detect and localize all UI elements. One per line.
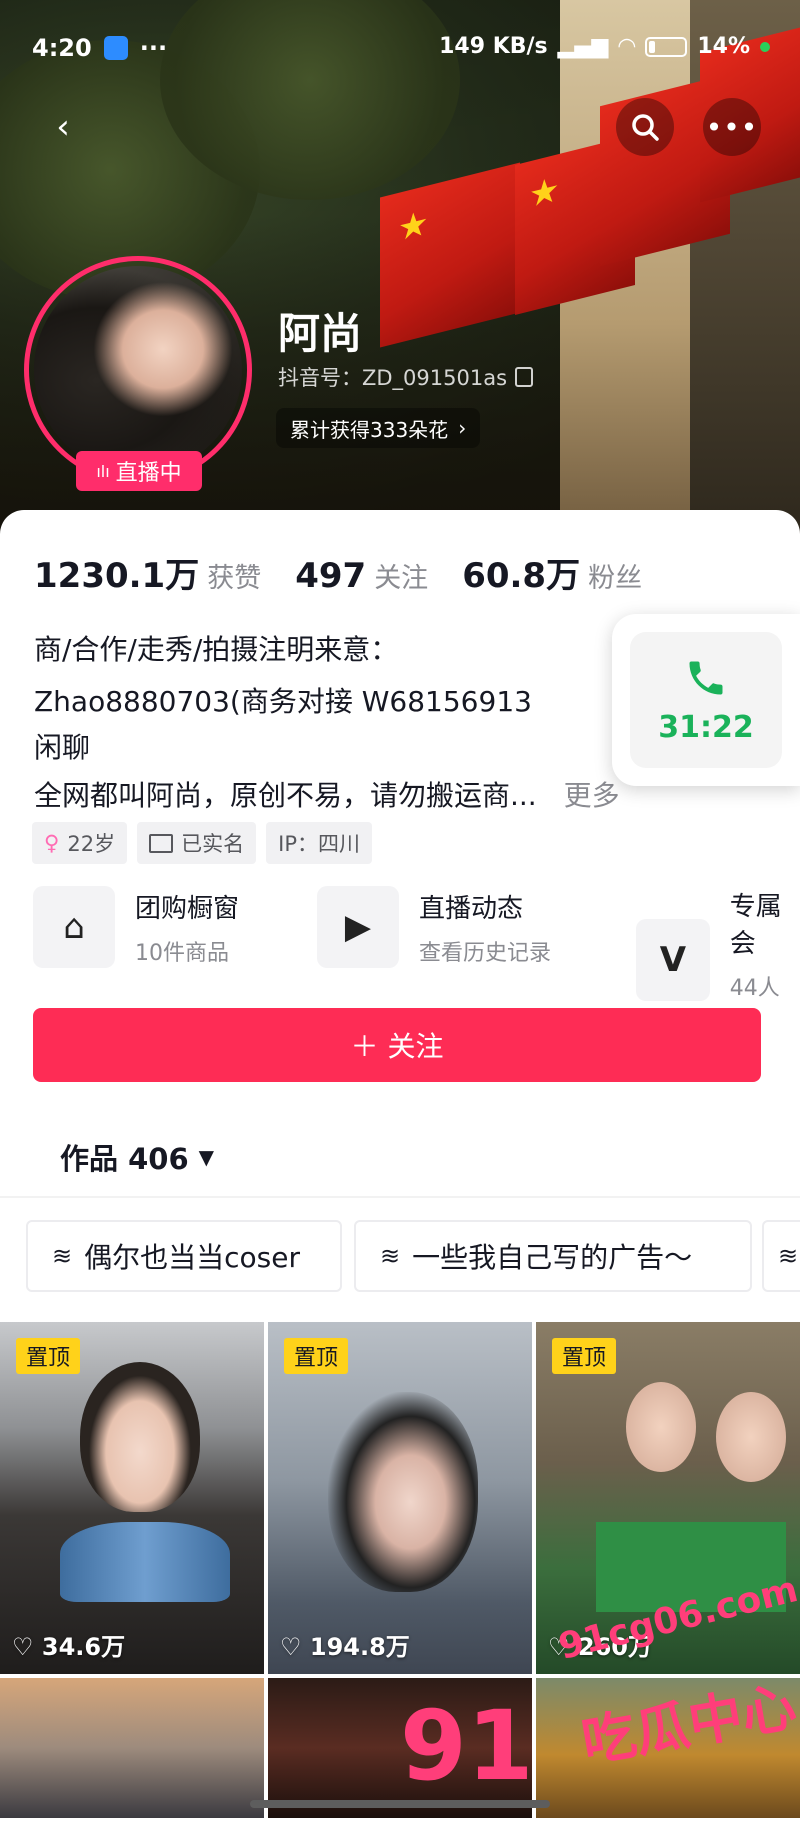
- call-widget[interactable]: 31:22: [630, 632, 782, 768]
- flowers-button[interactable]: 累计获得333朵花 ›: [276, 408, 481, 448]
- collection-chip[interactable]: ≋: [762, 1220, 800, 1292]
- battery-icon: [645, 36, 688, 57]
- id-card-icon: [149, 833, 174, 853]
- clock: 4:20: [32, 34, 92, 62]
- more-options-button[interactable]: •••: [703, 98, 761, 156]
- back-button[interactable]: ‹: [34, 98, 92, 156]
- bio-more-link[interactable]: 更多: [564, 779, 620, 812]
- tag-age: ♀ 22岁: [32, 822, 128, 864]
- stats-row: 1230.1万 获赞 497 关注 60.8万 粉丝: [34, 548, 676, 597]
- wifi-icon: ◠: [618, 34, 636, 59]
- avatar: [34, 266, 242, 474]
- signal-icon: ▂▄▆: [557, 34, 609, 59]
- pinned-badge: 置顶: [284, 1338, 349, 1374]
- service-live-history[interactable]: ▶ 直播动态 查看历史记录: [317, 886, 551, 968]
- flag: ★: [380, 162, 520, 348]
- likes-count: 194.8万: [309, 1633, 410, 1661]
- search-button[interactable]: [616, 98, 674, 156]
- divider: [0, 1196, 800, 1198]
- status-bar-left: 4:20 ···: [32, 34, 167, 62]
- tv-icon: ▶: [317, 886, 399, 968]
- likes-count: 34.6万: [41, 1633, 126, 1661]
- bio-text: 全网都叫阿尚，原创不易，请勿搬运商...: [34, 779, 537, 812]
- douyin-id[interactable]: 抖音号：ZD_091501as: [278, 362, 534, 392]
- heart-icon: ♡: [12, 1633, 34, 1661]
- thumbnail-figure: [626, 1382, 696, 1472]
- service-shop[interactable]: ⌂ 团购橱窗 10件商品: [33, 886, 239, 968]
- v-icon: V: [636, 919, 710, 1001]
- heart-icon: ♡: [280, 1633, 302, 1661]
- app-notification-icon: [103, 36, 128, 60]
- charging-dot-icon: [760, 41, 770, 52]
- tag-ip: IP：四川: [266, 822, 372, 864]
- home-indicator[interactable]: [250, 1800, 550, 1808]
- live-badge[interactable]: ılı 直播中: [76, 451, 202, 491]
- live-bars-icon: ılı: [96, 461, 110, 481]
- copy-icon: [515, 367, 534, 387]
- tag-age-text: 22岁: [67, 832, 116, 856]
- collection-label: 偶尔也当当coser: [84, 1241, 300, 1274]
- status-bar-right: 149 KB/s ▂▄▆ ◠ 14%: [439, 34, 770, 59]
- following-label[interactable]: 关注: [374, 556, 428, 595]
- follow-button[interactable]: ＋ 关注: [33, 1008, 761, 1082]
- likes-label: 获赞: [207, 563, 262, 594]
- call-duration: 31:22: [658, 709, 754, 745]
- flowers-text: 累计获得333朵花: [290, 417, 449, 442]
- service-subtitle: 查看历史记录: [419, 940, 552, 966]
- service-title: 直播动态: [419, 893, 524, 924]
- bio-line-4: 全网都叫阿尚，原创不易，请勿搬运商... 更多: [34, 774, 620, 814]
- layers-icon: ≋: [52, 1242, 73, 1270]
- tag-verified: 已实名: [137, 822, 257, 864]
- caret-down-icon: ▼: [198, 1145, 215, 1169]
- bio-line: 商/合作/走秀/拍摄注明来意：: [34, 633, 399, 666]
- video-tile[interactable]: 置顶 ♡ 194.8万: [268, 1322, 532, 1674]
- works-label: 作品 406: [60, 1142, 189, 1176]
- avatar-live[interactable]: [24, 256, 252, 484]
- profile-name: 阿尚: [278, 309, 363, 358]
- layers-icon: ≋: [778, 1242, 799, 1270]
- video-tile[interactable]: 置顶 ♡ 34.6万: [0, 1322, 264, 1674]
- live-badge-label: 直播中: [115, 461, 182, 486]
- more-notifications-icon: ···: [139, 34, 168, 62]
- service-title: 专属会: [729, 892, 782, 959]
- layers-icon: ≋: [380, 1242, 401, 1270]
- collection-label: 一些我自己写的广告～: [412, 1241, 693, 1274]
- thumbnail-costume: [60, 1522, 230, 1602]
- profile-tags: ♀ 22岁 已实名 IP：四川: [32, 822, 372, 864]
- thumbnail-figure: [328, 1392, 478, 1592]
- phone-icon: [689, 661, 723, 694]
- douyin-id-text: 抖音号：ZD_091501as: [278, 366, 508, 390]
- collection-chip[interactable]: ≋ 一些我自己写的广告～: [354, 1220, 752, 1292]
- bio-line: 闲聊: [34, 731, 91, 764]
- female-icon: ♀: [44, 831, 60, 855]
- net-speed: 149 KB/s: [439, 34, 548, 59]
- bio-line: Zhao8880703(商务对接 W68156913: [34, 685, 532, 718]
- followers-count[interactable]: 60.8万: [462, 548, 580, 597]
- tag-ip-text: IP：四川: [278, 832, 360, 856]
- thumbnail-figure: [80, 1362, 200, 1512]
- video-likes: ♡ 194.8万: [280, 1627, 410, 1662]
- pinned-badge: 置顶: [16, 1338, 81, 1374]
- tag-verified-text: 已实名: [181, 832, 245, 856]
- following-count[interactable]: 497: [295, 556, 366, 596]
- more-dots-icon: •••: [705, 110, 759, 144]
- watermark-logo: 91: [400, 1690, 534, 1802]
- service-subtitle: 10件商品: [135, 940, 229, 966]
- search-icon: [632, 114, 659, 141]
- chevron-right-icon: ›: [458, 416, 467, 440]
- likes-count: 1230.1万: [34, 556, 200, 596]
- battery-percent: 14%: [697, 34, 750, 59]
- video-tile[interactable]: [0, 1678, 264, 1818]
- followers-label[interactable]: 粉丝: [588, 556, 642, 595]
- thumbnail-figure: [716, 1392, 786, 1482]
- chevron-left-icon: ‹: [56, 107, 70, 147]
- service-title: 团购橱窗: [135, 893, 240, 924]
- video-likes: ♡ 34.6万: [12, 1627, 125, 1662]
- shop-icon: ⌂: [33, 886, 115, 968]
- pinned-badge: 置顶: [552, 1338, 617, 1374]
- works-tab[interactable]: 作品 406 ▼: [60, 1136, 214, 1178]
- collection-chip[interactable]: ≋ 偶尔也当当coser: [26, 1220, 342, 1292]
